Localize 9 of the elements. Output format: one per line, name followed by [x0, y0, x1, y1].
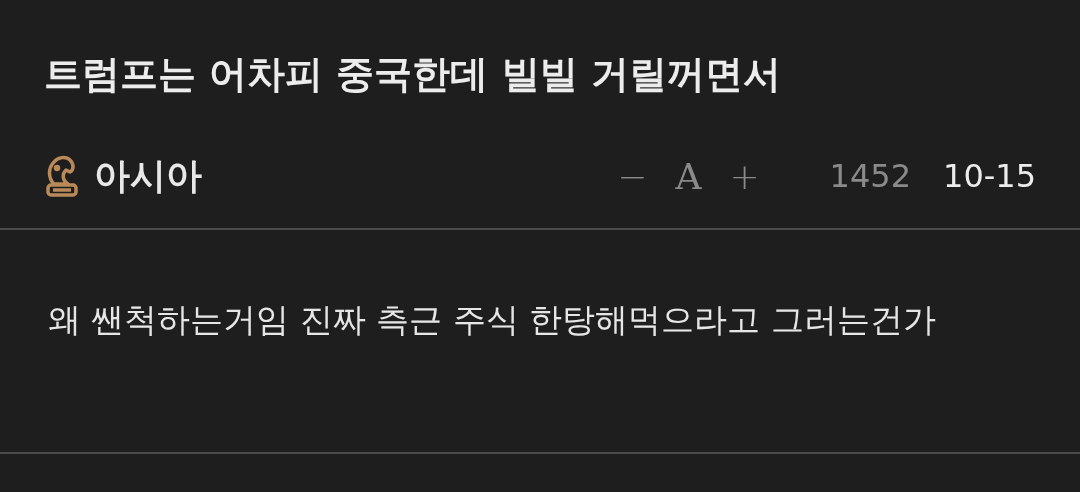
post-title: 트럼프는 어차피 중국한데 빌빌 거릴꺼면서	[43, 51, 782, 98]
post-body: 왜 쌘척하는거임 진짜 측근 주식 한탕해먹으라고 그러는건가	[0, 230, 1080, 454]
font-decrease-button[interactable]: −	[617, 155, 648, 197]
author-name[interactable]: 아시아	[94, 151, 202, 201]
post-date: 10-15	[943, 157, 1036, 195]
view-count: 1452	[829, 157, 911, 195]
font-size-button[interactable]: A	[675, 155, 702, 197]
font-increase-button[interactable]: +	[729, 155, 760, 197]
chess-knight-icon	[44, 154, 80, 198]
